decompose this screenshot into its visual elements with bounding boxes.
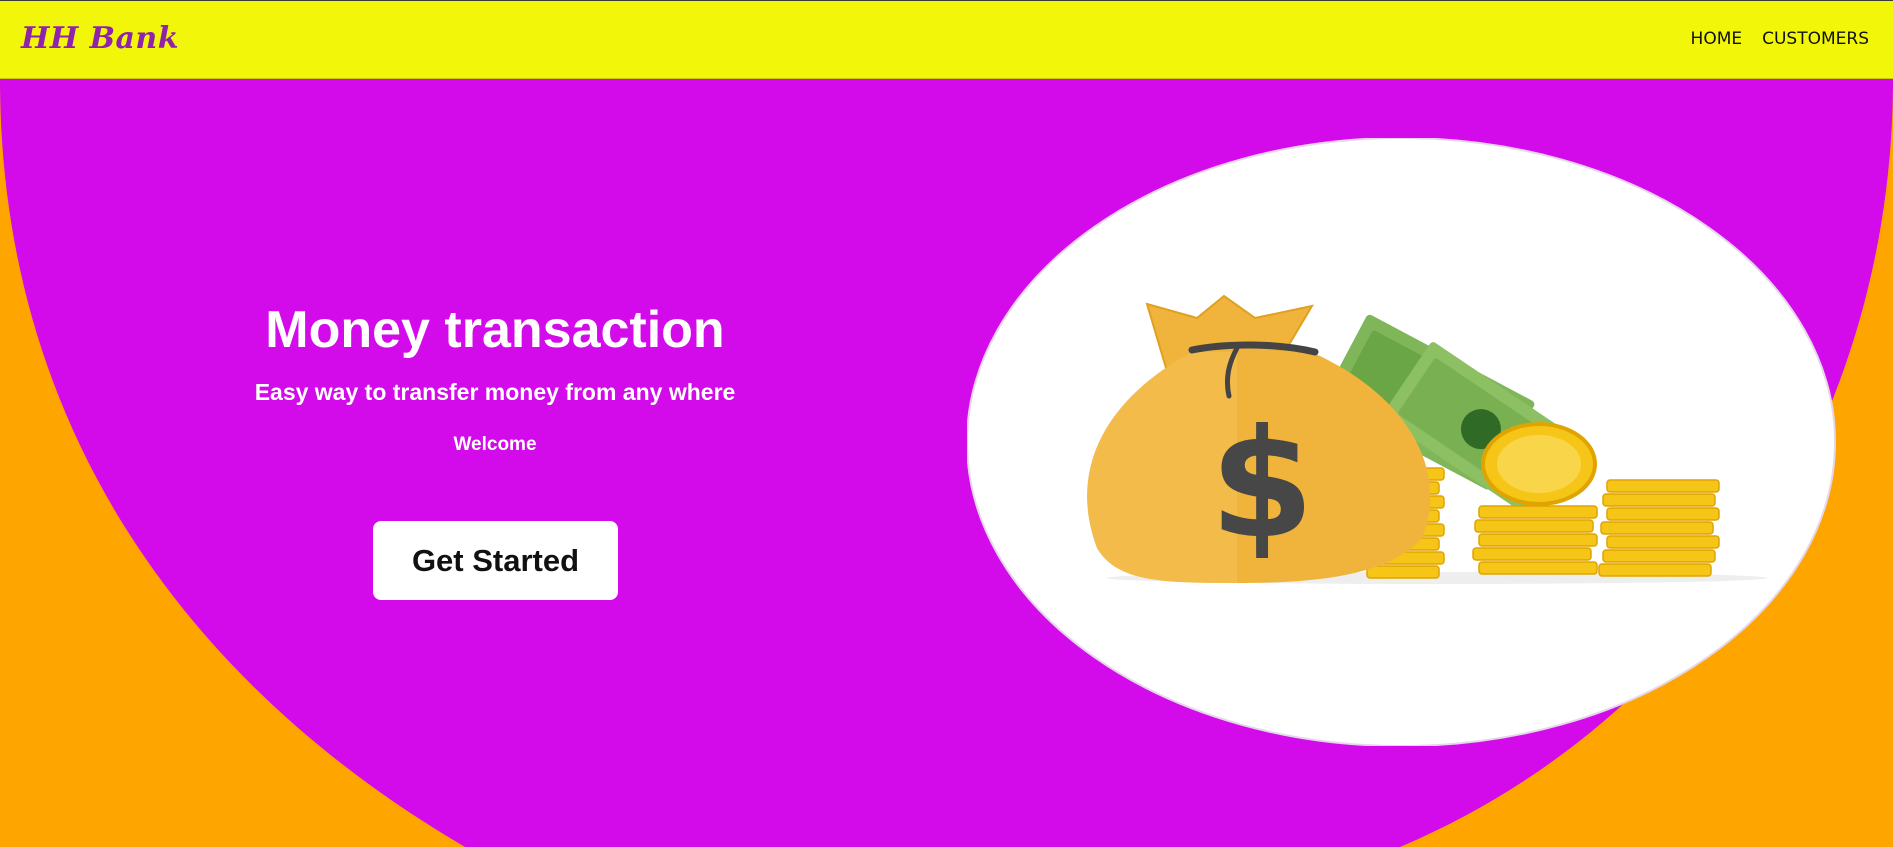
hero-welcome: Welcome: [453, 434, 537, 455]
hero-subtitle: Easy way to transfer money from any wher…: [254, 379, 736, 405]
get-started-button[interactable]: Get Started: [373, 521, 618, 600]
nav-link-customers[interactable]: CUSTOMERS: [1762, 29, 1869, 49]
brand-logo[interactable]: HH Bank: [21, 21, 179, 56]
top-navbar: HH Bank HOME CUSTOMERS: [0, 0, 1893, 79]
hero-title: Money transaction: [265, 301, 725, 359]
hero-text-block: Money transaction Easy way to transfer m…: [195, 295, 795, 456]
dollar-sign: $: [1210, 398, 1314, 572]
nav-links: HOME CUSTOMERS: [1691, 29, 1869, 49]
money-bag-illustration: $: [967, 138, 1836, 746]
nav-link-home[interactable]: HOME: [1691, 29, 1743, 49]
